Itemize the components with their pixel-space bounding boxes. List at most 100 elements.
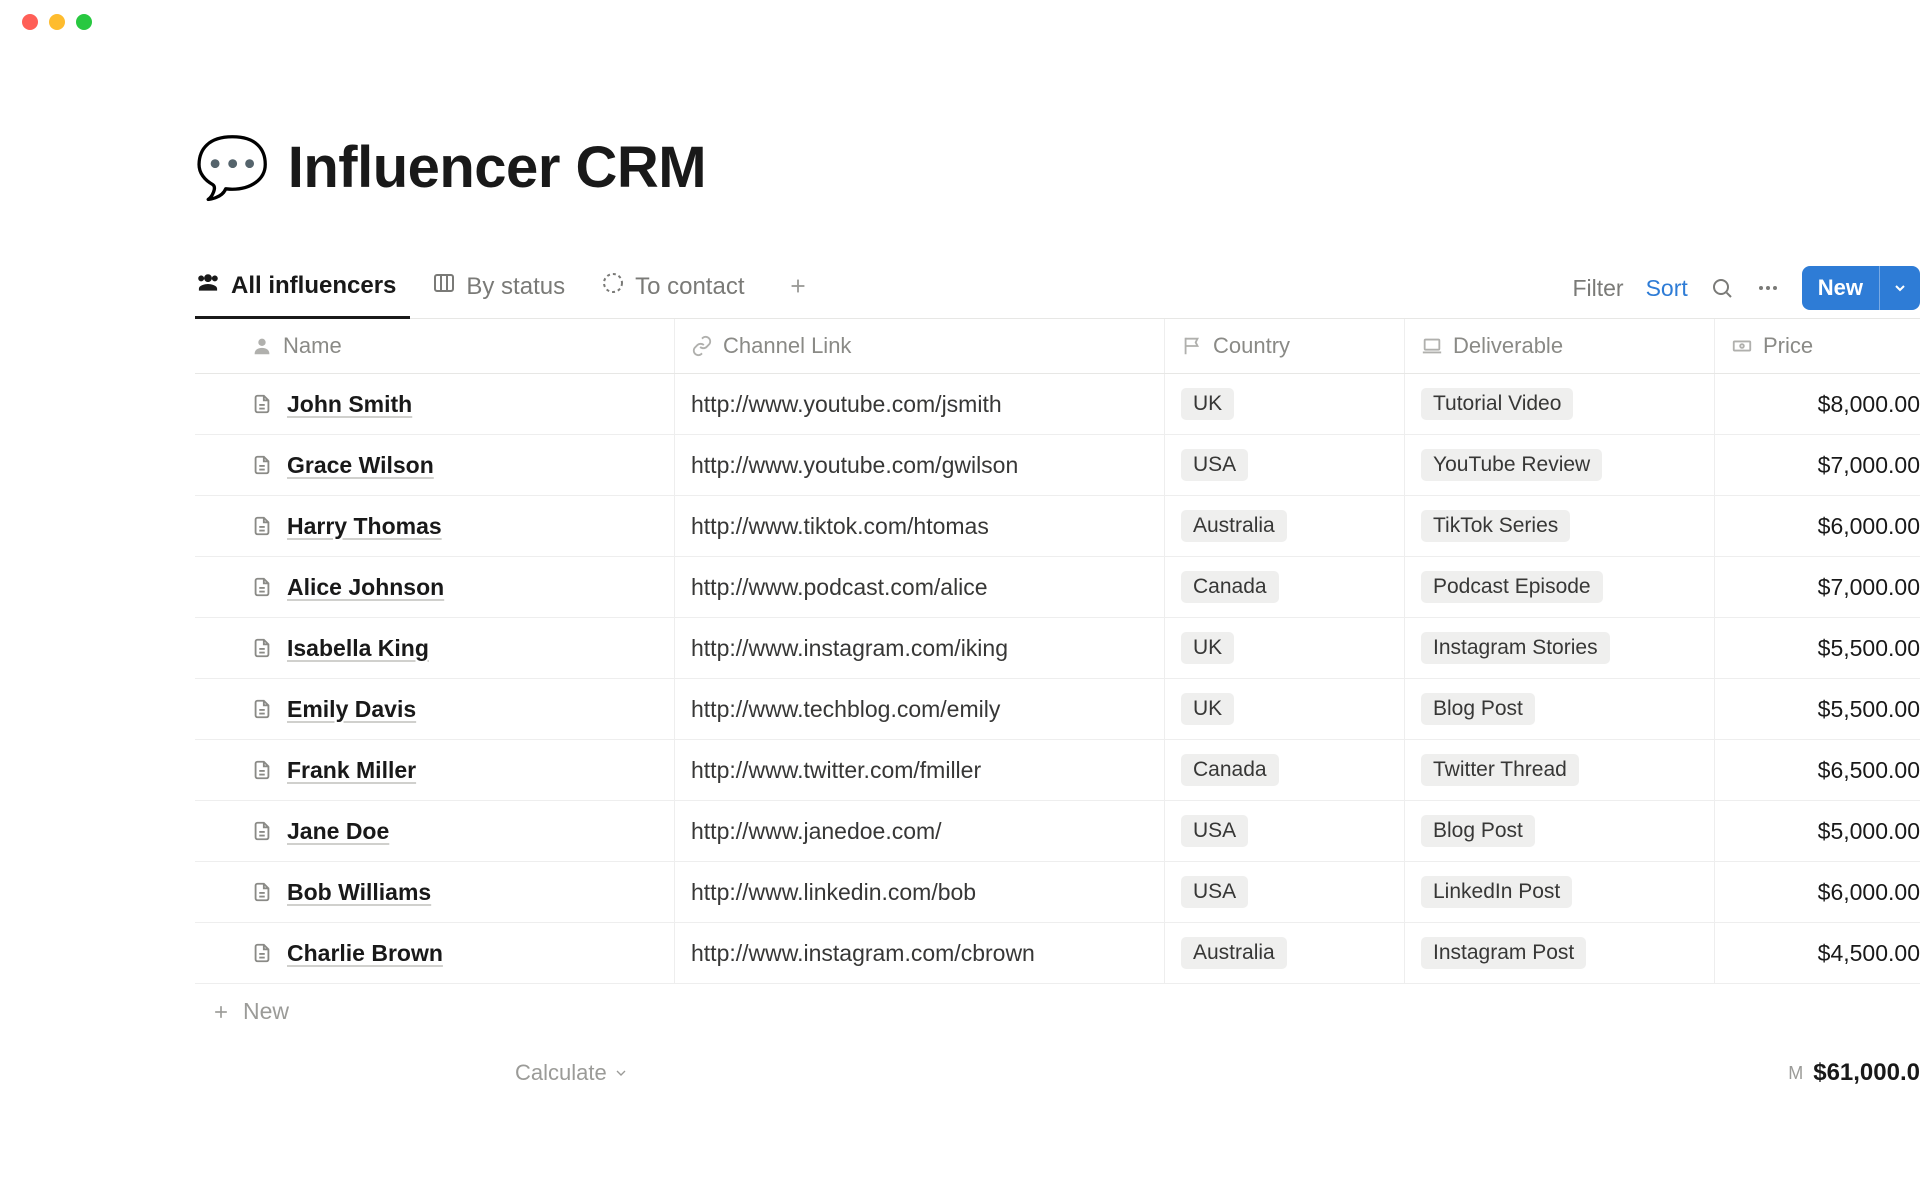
cell-channel[interactable]: http://www.tiktok.com/htomas (675, 496, 1165, 556)
cell-price[interactable]: $5,500.00 (1715, 618, 1920, 678)
cell-channel[interactable]: http://www.instagram.com/iking (675, 618, 1165, 678)
channel-link-text: http://www.instagram.com/iking (691, 635, 1008, 662)
name-text: Frank Miller (287, 757, 416, 784)
cell-price[interactable]: $6,000.00 (1715, 496, 1920, 556)
cell-name[interactable]: Harry Thomas (195, 496, 675, 556)
cell-channel[interactable]: http://www.youtube.com/jsmith (675, 374, 1165, 434)
calculate-button[interactable]: Calculate (195, 1059, 675, 1087)
cell-country[interactable]: USA (1165, 435, 1405, 495)
table-row[interactable]: Charlie Brownhttp://www.instagram.com/cb… (195, 923, 1920, 984)
cell-country[interactable]: UK (1165, 618, 1405, 678)
price-text: $6,000.00 (1818, 513, 1920, 540)
tab-to-contact[interactable]: To contact (601, 261, 758, 316)
cell-deliverable[interactable]: Tutorial Video (1405, 374, 1715, 434)
cell-channel[interactable]: http://www.youtube.com/gwilson (675, 435, 1165, 495)
search-icon[interactable] (1710, 276, 1734, 300)
column-header-price[interactable]: Price (1715, 319, 1920, 373)
table-row[interactable]: Grace Wilson http://www.youtube.com/gwils… (195, 435, 1920, 496)
price-text: $7,000.00 (1818, 452, 1920, 479)
table-row[interactable]: Jane Doe http://www.janedoe.com/USA Blog P… (195, 801, 1920, 862)
add-view-button[interactable] (781, 273, 815, 304)
cell-deliverable[interactable]: YouTube Review (1405, 435, 1715, 495)
cell-deliverable[interactable]: Instagram Stories (1405, 618, 1715, 678)
new-row-label: New (243, 998, 289, 1025)
cell-name[interactable]: Emily Davis (195, 679, 675, 739)
country-tag: UK (1181, 632, 1234, 664)
window-zoom-button[interactable] (76, 14, 92, 30)
column-label: Country (1213, 333, 1290, 359)
new-button-dropdown[interactable] (1879, 266, 1920, 310)
cell-country[interactable]: Canada (1165, 740, 1405, 800)
cell-name[interactable]: Jane Doe (195, 801, 675, 861)
cell-channel[interactable]: http://www.linkedin.com/bob (675, 862, 1165, 922)
cell-country[interactable]: USA (1165, 801, 1405, 861)
cell-price[interactable]: $7,000.00 (1715, 557, 1920, 617)
window-close-button[interactable] (22, 14, 38, 30)
cell-price[interactable]: $5,500.00 (1715, 679, 1920, 739)
cell-country[interactable]: Canada (1165, 557, 1405, 617)
views-tabbar: All influencers By status To contact Fil… (195, 259, 1920, 319)
new-row-button[interactable]: New (195, 984, 1920, 1039)
cell-name[interactable]: Alice Johnson (195, 557, 675, 617)
price-text: $8,000.00 (1818, 391, 1920, 418)
sort-button[interactable]: Sort (1646, 275, 1688, 302)
cell-country[interactable]: UK (1165, 679, 1405, 739)
name-text: Grace Wilson (287, 452, 434, 479)
cell-country[interactable]: Australia (1165, 923, 1405, 983)
table-row[interactable]: Bob Williamshttp://www.linkedin.com/bobU… (195, 862, 1920, 923)
cell-deliverable[interactable]: Twitter Thread (1405, 740, 1715, 800)
cell-channel[interactable]: http://www.instagram.com/cbrown (675, 923, 1165, 983)
window-minimize-button[interactable] (49, 14, 65, 30)
table-row[interactable]: Emily Davishttp://www.techblog.com/emily… (195, 679, 1920, 740)
tab-all-influencers[interactable]: All influencers (195, 259, 410, 319)
table-row[interactable]: Isabella King http://www.instagram.com/ik… (195, 618, 1920, 679)
cell-price[interactable]: $8,000.00 (1715, 374, 1920, 434)
cell-name[interactable]: John Smith (195, 374, 675, 434)
cell-channel[interactable]: http://www.podcast.com/alice (675, 557, 1165, 617)
cell-price[interactable]: $6,500.00 (1715, 740, 1920, 800)
cell-deliverable[interactable]: TikTok Series (1405, 496, 1715, 556)
column-header-deliverable[interactable]: Deliverable (1405, 319, 1715, 373)
cell-deliverable[interactable]: Podcast Episode (1405, 557, 1715, 617)
more-icon[interactable] (1756, 276, 1780, 300)
page-title[interactable]: Influencer CRM (288, 134, 706, 201)
cell-name[interactable]: Frank Miller (195, 740, 675, 800)
column-header-country[interactable]: Country (1165, 319, 1405, 373)
cell-price[interactable]: $7,000.00 (1715, 435, 1920, 495)
deliverable-tag: Twitter Thread (1421, 754, 1579, 786)
cell-country[interactable]: Australia (1165, 496, 1405, 556)
new-button[interactable]: New (1802, 266, 1920, 310)
cell-price[interactable]: $6,000.00 (1715, 862, 1920, 922)
cell-price[interactable]: $4,500.00 (1715, 923, 1920, 983)
cell-deliverable[interactable]: LinkedIn Post (1405, 862, 1715, 922)
filter-button[interactable]: Filter (1572, 275, 1623, 302)
page-icon[interactable]: 💬 (195, 138, 270, 198)
cell-country[interactable]: UK (1165, 374, 1405, 434)
cell-name[interactable]: Grace Wilson (195, 435, 675, 495)
name-text: John Smith (287, 391, 412, 418)
cell-deliverable[interactable]: Instagram Post (1405, 923, 1715, 983)
cell-name[interactable]: Charlie Brown (195, 923, 675, 983)
cell-country[interactable]: USA (1165, 862, 1405, 922)
new-button-label[interactable]: New (1802, 266, 1879, 310)
table-row[interactable]: Harry Thomashttp://www.tiktok.com/htomas… (195, 496, 1920, 557)
country-tag: USA (1181, 815, 1248, 847)
window-titlebar (0, 0, 1920, 44)
name-text: Jane Doe (287, 818, 389, 845)
cell-channel[interactable]: http://www.janedoe.com/ (675, 801, 1165, 861)
page-icon (251, 515, 273, 537)
cell-name[interactable]: Isabella King (195, 618, 675, 678)
tab-by-status[interactable]: By status (432, 261, 579, 316)
cell-name[interactable]: Bob Williams (195, 862, 675, 922)
table-row[interactable]: Alice Johnsonhttp://www.podcast.com/alic… (195, 557, 1920, 618)
table-row[interactable]: John Smith http://www.youtube.com/jsmithU… (195, 374, 1920, 435)
country-tag: UK (1181, 693, 1234, 725)
table-row[interactable]: Frank Miller http://www.twitter.com/fmill… (195, 740, 1920, 801)
cell-channel[interactable]: http://www.twitter.com/fmiller (675, 740, 1165, 800)
column-header-channel[interactable]: Channel Link (675, 319, 1165, 373)
cell-deliverable[interactable]: Blog Post (1405, 679, 1715, 739)
cell-price[interactable]: $5,000.00 (1715, 801, 1920, 861)
column-header-name[interactable]: Name (195, 319, 675, 373)
cell-deliverable[interactable]: Blog Post (1405, 801, 1715, 861)
cell-channel[interactable]: http://www.techblog.com/emily (675, 679, 1165, 739)
